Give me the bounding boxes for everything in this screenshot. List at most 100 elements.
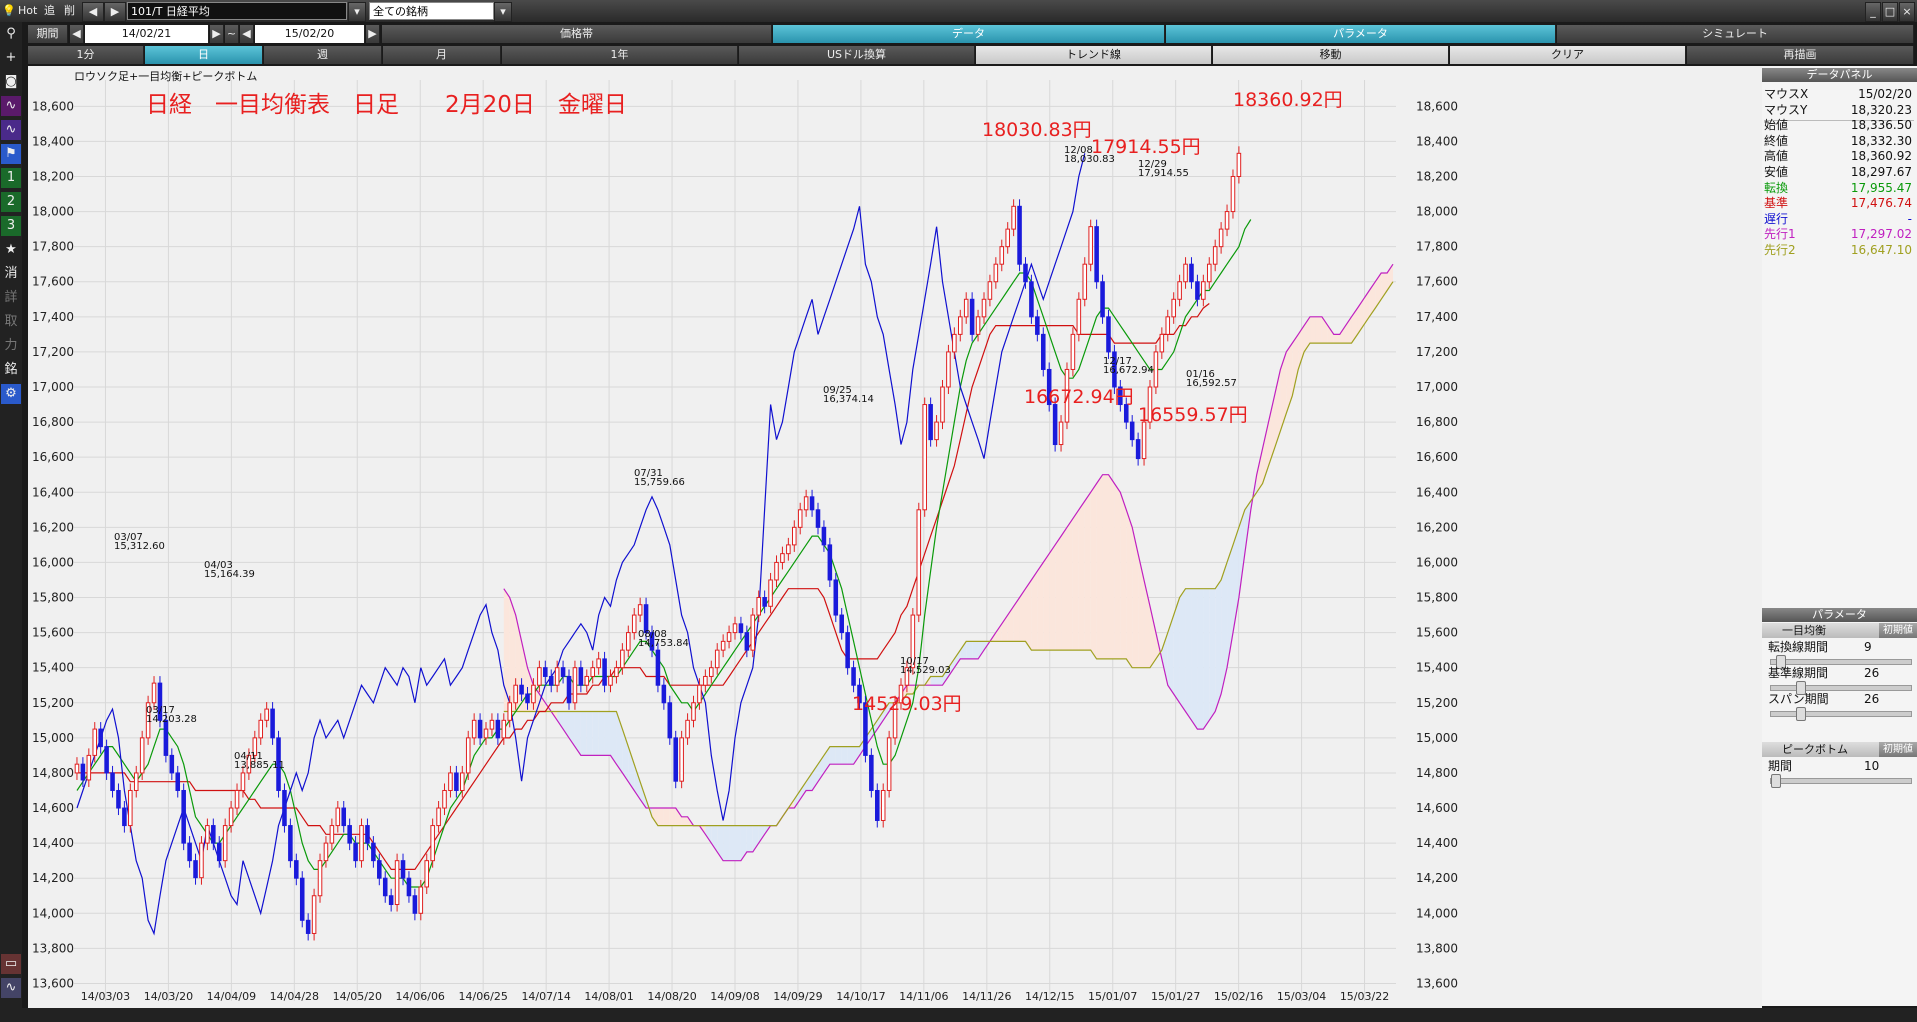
candle-body bbox=[477, 719, 483, 739]
tf-weekly[interactable]: 週 bbox=[264, 46, 382, 64]
peakbottom-init-button[interactable]: 初期値 bbox=[1879, 742, 1917, 757]
tab-price-band[interactable]: 価格帯 bbox=[382, 25, 772, 43]
ichimoku-init-button[interactable]: 初期値 bbox=[1879, 623, 1917, 638]
prev-symbol-button[interactable]: ◀ bbox=[82, 2, 104, 22]
y-tick-label-left: 14,600 bbox=[32, 801, 74, 815]
cloud-segment bbox=[735, 825, 741, 861]
candle-body bbox=[365, 825, 370, 844]
next-date-icon[interactable]: ▶ bbox=[366, 25, 380, 43]
y-tick-label-right: 15,200 bbox=[1416, 696, 1458, 710]
flag-icon[interactable]: ⚑ bbox=[1, 144, 21, 164]
candle-body bbox=[234, 789, 240, 809]
filter-select[interactable]: 全ての銘柄 bbox=[369, 2, 494, 20]
tool-3[interactable]: 3 bbox=[1, 216, 21, 236]
chevron-down-icon[interactable]: ▾ bbox=[348, 2, 366, 22]
tool-detail[interactable]: 詳 bbox=[1, 288, 21, 308]
candle-body bbox=[1070, 333, 1076, 370]
panel-row-10: 先行2 16,647.10 bbox=[1764, 241, 1914, 260]
timeline-scrollbar[interactable] bbox=[0, 1008, 1917, 1022]
y-tick-label-left: 14,200 bbox=[32, 871, 74, 885]
tool-1[interactable]: 1 bbox=[1, 168, 21, 188]
cloud-segment bbox=[1025, 579, 1032, 651]
x-tick-label: 14/07/14 bbox=[521, 990, 570, 1003]
gear-icon[interactable]: ⚙ bbox=[1, 384, 21, 404]
y-tick-label-right: 15,400 bbox=[1416, 661, 1458, 675]
candle-body bbox=[1058, 421, 1064, 446]
candle-body bbox=[377, 860, 382, 879]
param-value[interactable]: 26 bbox=[1864, 690, 1879, 709]
close-icon[interactable]: × bbox=[1899, 2, 1915, 22]
tf-1min[interactable]: 1分 bbox=[28, 46, 144, 64]
tf-1year[interactable]: 1年 bbox=[502, 46, 738, 64]
candle-body bbox=[163, 719, 169, 756]
minimize-icon[interactable]: _ bbox=[1865, 2, 1881, 22]
camera-icon[interactable]: ◙ bbox=[1, 72, 21, 92]
date-to-field[interactable]: 15/02/20 bbox=[255, 25, 365, 43]
cloud-segment bbox=[1055, 536, 1062, 651]
tool-erase[interactable]: 消 bbox=[1, 264, 21, 284]
star-icon[interactable]: ★ bbox=[1, 240, 21, 260]
chart-indicator-icon[interactable]: ∿ bbox=[1, 120, 21, 140]
move-button[interactable]: 移動 bbox=[1213, 46, 1449, 64]
tab-data[interactable]: データ bbox=[773, 25, 1165, 43]
prev-date-icon[interactable]: ◀ bbox=[70, 25, 84, 43]
param-slider[interactable] bbox=[1770, 774, 1912, 788]
candle-body bbox=[655, 649, 661, 686]
chart-line-icon[interactable]: ∿ bbox=[1, 96, 21, 116]
redraw-button[interactable]: 再描画 bbox=[1687, 46, 1914, 64]
delete-button[interactable]: 削 bbox=[64, 2, 75, 20]
y-tick-label-right: 17,200 bbox=[1416, 345, 1458, 359]
cloud-segment bbox=[1031, 571, 1038, 651]
candle-body bbox=[703, 675, 708, 686]
tool-stock[interactable]: 銘 bbox=[1, 360, 21, 380]
candle-body bbox=[720, 640, 726, 651]
chart-small-icon[interactable]: ▭ bbox=[1, 954, 21, 974]
candle-body bbox=[288, 825, 293, 862]
trendline-button[interactable]: トレンド線 bbox=[976, 46, 1212, 64]
chevron-down-icon[interactable]: ▾ bbox=[494, 2, 512, 22]
cloud-segment bbox=[1090, 483, 1097, 659]
usd-convert-button[interactable]: USドル換算 bbox=[739, 46, 975, 64]
tf-daily[interactable]: 日 bbox=[145, 46, 263, 64]
candle-body bbox=[537, 667, 542, 686]
candle-body bbox=[501, 719, 507, 739]
tab-simulate[interactable]: シミュレート bbox=[1557, 25, 1914, 43]
y-tick-label-right: 16,800 bbox=[1416, 415, 1458, 429]
candle-body bbox=[750, 614, 756, 651]
candle-body bbox=[762, 597, 767, 607]
left-toolbar: ⚲ + ◙ ∿ ∿ ⚑ 1 2 3 ★ 消 詳 取 力 銘 ⚙ ▭ ∿ bbox=[0, 22, 22, 1022]
candle-body bbox=[430, 825, 435, 862]
y-tick-label-left: 18,000 bbox=[32, 205, 74, 219]
cloud-segment bbox=[1185, 588, 1192, 721]
prev-date-icon[interactable]: ◀ bbox=[240, 25, 254, 43]
candle-body bbox=[631, 614, 637, 634]
hot-button[interactable]: Hot bbox=[18, 2, 37, 20]
ichimoku-chart[interactable]: 13,600 13,800 14,000 14,200 14,400 14,600 14,8… bbox=[28, 66, 1762, 1008]
candle-body bbox=[513, 684, 518, 704]
param-value[interactable]: 10 bbox=[1864, 757, 1879, 776]
tool-2[interactable]: 2 bbox=[1, 192, 21, 212]
param-value[interactable]: 9 bbox=[1864, 638, 1872, 657]
param-value[interactable]: 26 bbox=[1864, 664, 1879, 683]
crosshair-icon[interactable]: + bbox=[1, 48, 21, 68]
tool-trade[interactable]: 取 bbox=[1, 312, 21, 332]
tf-monthly[interactable]: 月 bbox=[383, 46, 501, 64]
date-from-field[interactable]: 14/02/21 bbox=[85, 25, 209, 43]
slider-knob[interactable] bbox=[1795, 707, 1806, 721]
tab-parameter[interactable]: パラメータ bbox=[1166, 25, 1556, 43]
lightbulb-icon[interactable]: 💡 bbox=[2, 2, 16, 20]
add-button[interactable]: 追 bbox=[44, 2, 55, 20]
symbol-select[interactable]: 101/T 日経平均 bbox=[127, 2, 347, 20]
search-icon[interactable]: ⚲ bbox=[1, 24, 21, 44]
tool-power[interactable]: 力 bbox=[1, 336, 21, 356]
next-symbol-button[interactable]: ▶ bbox=[104, 2, 126, 22]
candle-body bbox=[1189, 263, 1194, 283]
slider-knob[interactable] bbox=[1771, 774, 1781, 788]
cloud-segment bbox=[1333, 334, 1340, 344]
cloud-segment bbox=[746, 825, 753, 852]
chart-small-icon-2[interactable]: ∿ bbox=[1, 978, 21, 998]
param-slider[interactable] bbox=[1770, 707, 1912, 721]
next-date-icon[interactable]: ▶ bbox=[210, 25, 224, 43]
clear-button[interactable]: クリア bbox=[1450, 46, 1686, 64]
maximize-icon[interactable]: □ bbox=[1882, 2, 1898, 22]
